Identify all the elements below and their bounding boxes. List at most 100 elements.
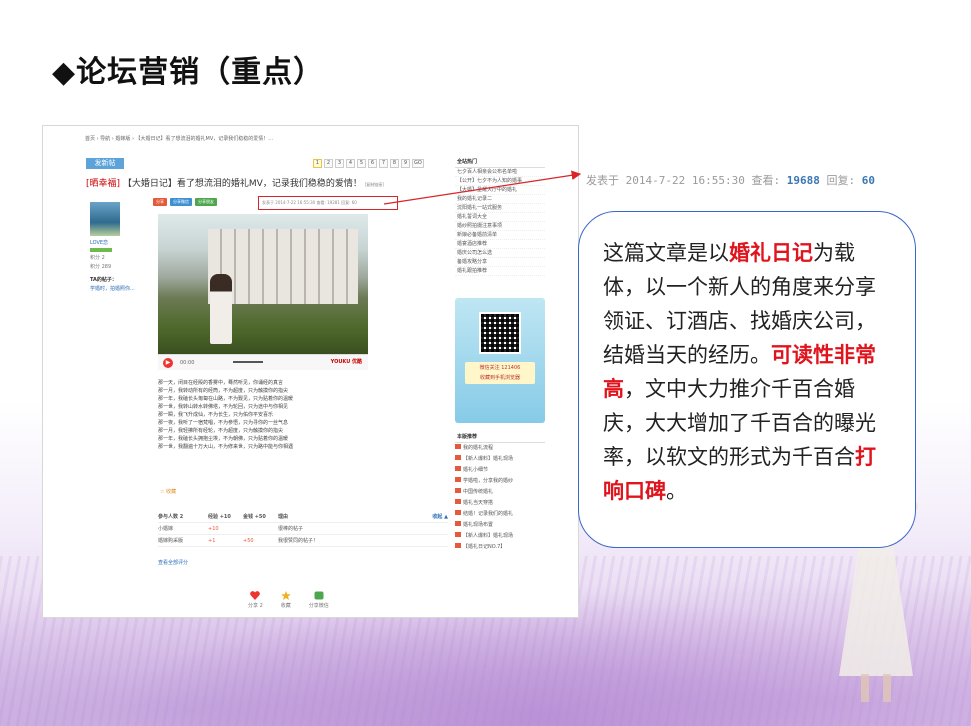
list-item[interactable]: 【婚礼日记NO.7】 — [455, 542, 545, 553]
rating-user[interactable]: 婚嫁购采版 — [158, 535, 208, 546]
page-link[interactable]: 4 — [346, 159, 355, 168]
video-frame-bride — [210, 274, 232, 344]
post-body: 那一天，闭目在经殿的香雾中，蓦然听见，你诵经的真言 那一月，我转动所有的经筒，不… — [158, 379, 348, 451]
wechat-action[interactable]: 分享微信 — [309, 591, 329, 609]
rating-header-cell: 参与人数 2 — [158, 514, 184, 520]
page-go-button[interactable]: GO — [412, 159, 424, 168]
list-item[interactable]: 婚庆公司怎么选 — [455, 249, 545, 258]
list-item-label: 我的婚礼流程 — [463, 445, 494, 451]
slide-title: ◆论坛营销（重点） — [52, 55, 325, 90]
list-item[interactable]: 备婚攻略分享 — [455, 258, 545, 267]
callout-highlight: 婚礼日记 — [729, 240, 813, 265]
list-item-label: 婚礼当天穿搭 — [463, 500, 494, 506]
share-button[interactable]: 分享 — [153, 198, 167, 206]
post-line: 那一世，我转山转水转佛塔，不为轮回，只为途中与你相见 — [158, 404, 289, 410]
post-title-text[interactable]: 【大婚日记】看了想流泪的婚礼MV，记录我们稳稳的爱情！ — [123, 179, 362, 189]
favorite-action[interactable]: 收藏 — [281, 591, 291, 609]
hot-topics-header: 全站热门 — [455, 156, 545, 168]
rating-collapse-link[interactable]: 收起 ▲ — [432, 511, 448, 522]
rating-user[interactable]: 小婚嫁 — [158, 523, 208, 534]
wechat-qr-card: 微信关注 121406 收藏到手机浏览器 — [455, 298, 545, 423]
callout-text: 这篇文章是以 — [603, 241, 729, 265]
list-item[interactable]: 【新人爆料】婚礼现场 — [455, 454, 545, 465]
list-item[interactable]: 婚礼小细节 — [455, 465, 545, 476]
rating-header-cell: 经验 +10 — [208, 514, 231, 520]
favorite-action-label: 收藏 — [280, 603, 291, 609]
heart-icon — [250, 591, 261, 600]
list-item[interactable]: 婚礼当天穿搭 — [455, 498, 545, 509]
list-item-label: 中国传统婚礼 — [463, 489, 494, 495]
volume-slider[interactable] — [233, 361, 263, 363]
pagination: 1 2 3 4 5 6 7 8 9 GO — [313, 159, 424, 168]
rating-reason: 我很赞同的帖子！ — [278, 538, 319, 544]
rating-reason: 很棒的帖子 — [278, 526, 304, 532]
list-item-label: 婚礼现场布置 — [463, 522, 494, 528]
table-row: 小婚嫁 +10 很棒的帖子 — [158, 523, 448, 535]
wechat-action-label: 分享微信 — [308, 603, 329, 609]
list-item[interactable]: 婚礼现场布置 — [455, 520, 545, 531]
avatar[interactable] — [90, 202, 120, 236]
meta-mid: 回复: — [819, 174, 862, 187]
star-icon — [280, 591, 291, 600]
page-link[interactable]: 5 — [357, 159, 366, 168]
rating-cell: +50 — [243, 538, 254, 544]
list-item[interactable]: 我的婚礼流程 — [455, 443, 545, 454]
author-name[interactable]: LOVE恋 — [90, 239, 146, 246]
share-wechat-button[interactable]: 分享微信 — [170, 198, 192, 206]
rating-header-row: 参与人数 2 经验 +10 金钱 +50 理由 收起 ▲ — [158, 511, 448, 523]
share-friends-button[interactable]: 分享朋友 — [195, 198, 217, 206]
page-link[interactable]: 1 — [313, 159, 322, 168]
list-item[interactable]: 婚宴酒店推荐 — [455, 240, 545, 249]
list-item[interactable]: 学婚啦，分享我的婚纱 — [455, 476, 545, 487]
page-link[interactable]: 6 — [368, 159, 377, 168]
new-post-button[interactable]: 发新帖 — [86, 158, 124, 169]
list-item-label: 结婚！记录我们的婚礼 — [463, 511, 514, 517]
post-meta-highlight: 发表于 2014-7-22 16:55:30 查看: 19281 回复: 60 — [258, 196, 398, 210]
video-controls: ▶ 00:00 YOUKU 优酷 — [158, 354, 368, 370]
view-all-ratings-link[interactable]: 查看全部评分 — [158, 559, 188, 566]
page-link[interactable]: 3 — [335, 159, 344, 168]
list-item[interactable]: 中国传统婚礼 — [455, 487, 545, 498]
play-icon[interactable]: ▶ — [163, 358, 173, 368]
rating-cell: +10 — [208, 526, 219, 532]
qr-code — [479, 312, 521, 354]
ta-posts-label: TA的帖子： — [90, 277, 117, 283]
list-item[interactable]: 结婚！记录我们的婚礼 — [455, 509, 545, 520]
page-link[interactable]: 7 — [379, 159, 388, 168]
list-item[interactable]: 新娘必备婚前清单 — [455, 231, 545, 240]
list-item-label: 【新人爆料】婚礼现场 — [463, 456, 514, 462]
copy-link[interactable]: [复制链接] — [365, 182, 384, 187]
table-row: 婚嫁购采版 +1 +50 我很赞同的帖子！ — [158, 535, 448, 547]
qr-label: 微信关注 121406 收藏到手机浏览器 — [465, 362, 535, 384]
favorite-label: 收藏 — [166, 489, 177, 495]
list-item-label: 学婚啦，分享我的婚纱 — [463, 478, 514, 484]
list-item[interactable]: 婚礼誓词大全 — [455, 213, 545, 222]
reply-count: 60 — [861, 174, 875, 187]
page-link[interactable]: 8 — [390, 159, 399, 168]
list-item[interactable]: 婚纱照拍摄注意事项 — [455, 222, 545, 231]
video-player[interactable] — [158, 214, 368, 354]
list-item[interactable]: 婚礼跟拍推荐 — [455, 267, 545, 276]
share-action-label: 分享 2 — [248, 603, 263, 609]
post-bottom-actions: 分享 2 收藏 分享微信 — [248, 591, 329, 609]
ta-post-link[interactable]: 学婚时，拍婚照你... — [90, 285, 146, 292]
post-line: 那一月，我轻拂所有经轮，不为超度，只为触摸你的指尖 — [158, 428, 284, 434]
breadcrumb: 首页 › 导航 › 婚嫁版 › 【大婚日记】看了想流泪的婚礼MV，记录我们稳稳的… — [85, 136, 274, 142]
post-line: 那一年，我磕长头拥抱尘埃，不为朝佛，只为贴着你的温暖 — [158, 436, 289, 442]
list-item-label: 【婚礼日记NO.7】 — [463, 544, 506, 550]
author-stat: 积分 2 — [90, 255, 105, 261]
post-line: 那一月，我转动所有的经筒，不为超度，只为触摸你的指尖 — [158, 388, 289, 394]
level-bar — [90, 248, 112, 252]
youku-logo: YOUKU 优酷 — [330, 359, 362, 365]
post-tag: [晒幸福] — [86, 179, 121, 189]
share-action[interactable]: 分享 2 — [248, 591, 263, 609]
post-line: 那一夜，我听了一宿梵唱，不为参悟，只为寻你的一丝气息 — [158, 420, 289, 426]
page-link[interactable]: 9 — [401, 159, 410, 168]
list-item[interactable]: 【新人爆料】婚礼现场 — [455, 531, 545, 542]
wechat-icon — [314, 591, 324, 600]
rating-cell: +1 — [208, 538, 216, 544]
post-line: 那一年，我磕长头匍匐在山路，不为觐见，只为贴着你的温暖 — [158, 396, 294, 402]
recommended-panel: 本版推荐 我的婚礼流程 【新人爆料】婚礼现场 婚礼小细节 学婚啦，分享我的婚纱 … — [455, 431, 545, 553]
favorite-link[interactable]: ☆ 收藏 — [160, 488, 176, 495]
page-link[interactable]: 2 — [324, 159, 333, 168]
